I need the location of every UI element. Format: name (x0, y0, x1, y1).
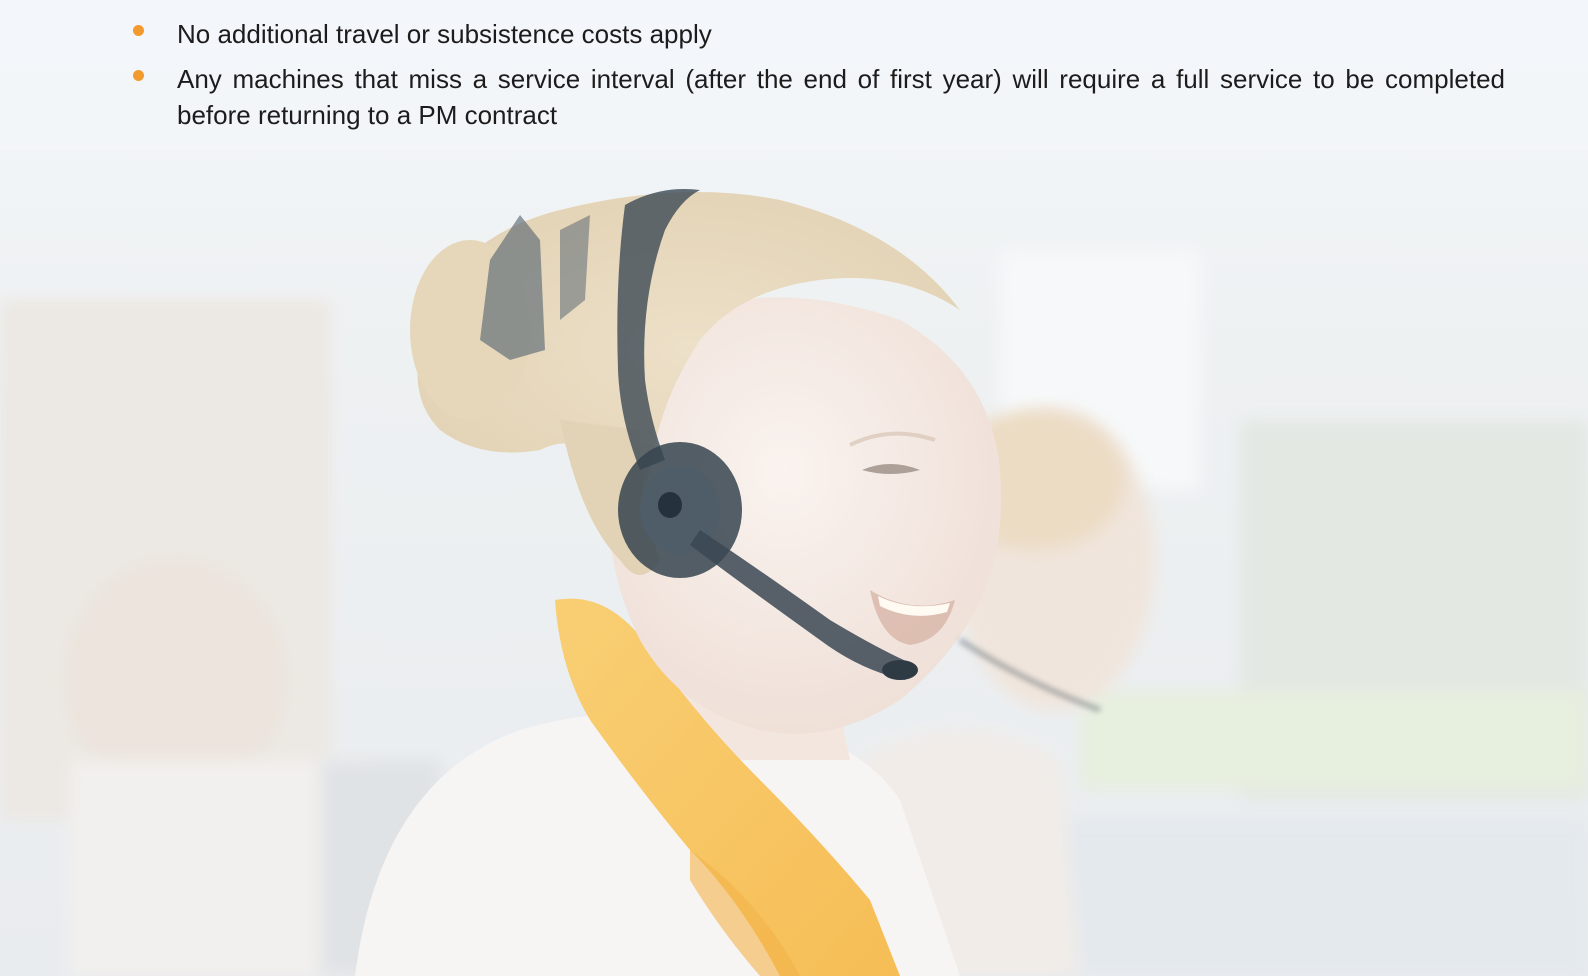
slide: No additional travel or subsistence cost… (0, 0, 1588, 976)
background-photo (0, 0, 1588, 976)
bullet-text: Any machines that miss a service interva… (177, 64, 1505, 130)
bullet-list: No additional travel or subsistence cost… (0, 0, 1588, 140)
bullet-dot-icon (133, 70, 144, 81)
bullet-text: No additional travel or subsistence cost… (177, 19, 712, 49)
bullet-dot-icon (133, 25, 144, 36)
